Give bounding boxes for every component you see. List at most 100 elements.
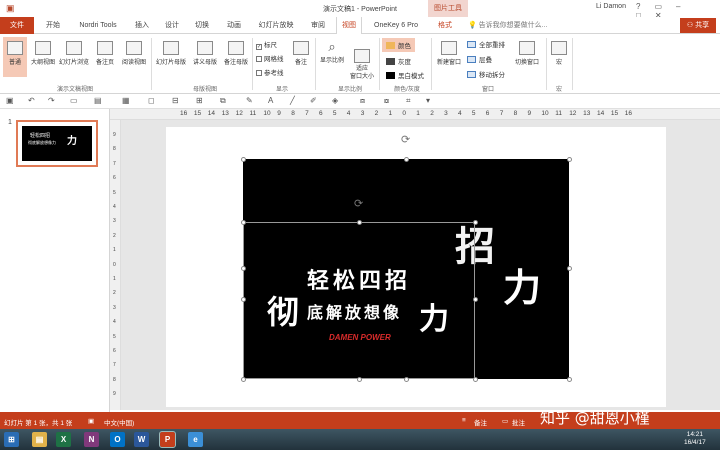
- group-icon[interactable]: ⊞: [196, 96, 203, 105]
- outlook-icon[interactable]: O: [110, 432, 125, 447]
- tab-animations[interactable]: 动画: [222, 17, 246, 34]
- group-separator: [572, 38, 573, 90]
- inner-selection-frame[interactable]: [243, 222, 475, 379]
- notes-button[interactable]: 备注: [290, 41, 312, 66]
- undo-icon[interactable]: ↶: [28, 96, 35, 105]
- resize-handle[interactable]: [241, 157, 246, 162]
- notes-page-button[interactable]: 备注页: [92, 41, 118, 66]
- send-back-icon[interactable]: ⧇: [384, 96, 389, 106]
- line-icon[interactable]: ╱: [290, 96, 295, 105]
- arrange-icon[interactable]: ⧉: [220, 96, 226, 106]
- slide-sorter-button[interactable]: 幻灯片浏览: [58, 41, 90, 66]
- minimize-icon[interactable]: –: [676, 2, 694, 11]
- resize-handle[interactable]: [404, 377, 409, 382]
- tab-slideshow[interactable]: 幻灯片放映: [254, 17, 298, 34]
- new-slide-icon[interactable]: ▤: [94, 96, 102, 105]
- powerpoint-icon[interactable]: P: [159, 431, 176, 448]
- notes-status-button[interactable]: 备注: [474, 417, 487, 427]
- cascade-button[interactable]: 层叠: [467, 54, 492, 64]
- rotate-handle-icon[interactable]: ⟳: [354, 197, 363, 210]
- new-window-button[interactable]: 新建窗口: [434, 41, 464, 66]
- resize-handle[interactable]: [473, 297, 478, 302]
- thumbnail-big-char: 力: [67, 136, 77, 147]
- tab-onekey[interactable]: OneKey 6 Pro: [368, 17, 424, 34]
- start-icon[interactable]: ⊞: [4, 432, 19, 447]
- share-button[interactable]: ⚇ 共享: [680, 18, 716, 33]
- resize-handle[interactable]: [473, 377, 478, 382]
- pen-icon[interactable]: ✐: [310, 96, 317, 105]
- user-name[interactable]: Li Damon: [596, 3, 626, 10]
- switch-window-button[interactable]: 切换窗口: [510, 41, 544, 66]
- vertical-ruler[interactable]: 9 8 7 6 5 4 3 2 1 0 1 2 3 4 5 6 7 8 9: [110, 120, 121, 410]
- shape-icon[interactable]: ◻: [148, 96, 155, 105]
- explorer-icon[interactable]: ▤: [32, 432, 47, 447]
- tab-review[interactable]: 审阅: [306, 17, 330, 34]
- resize-handle[interactable]: [241, 297, 246, 302]
- rotate-handle-icon[interactable]: ⟳: [401, 133, 410, 146]
- move-split-button[interactable]: 移动拆分: [467, 69, 505, 79]
- resize-handle[interactable]: [404, 157, 409, 162]
- save-icon[interactable]: ▣: [6, 96, 14, 105]
- resize-handle[interactable]: [357, 220, 362, 225]
- resize-handle[interactable]: [567, 266, 572, 271]
- tell-me-search[interactable]: 💡 告诉我你想要做什么...: [468, 18, 578, 33]
- tab-transitions[interactable]: 切换: [190, 17, 214, 34]
- slide-thumbnail[interactable]: 轻松四招 彻底解放想像力 力: [16, 120, 98, 167]
- slide-master-button[interactable]: 幻灯片母版: [154, 41, 188, 66]
- help-icon[interactable]: ?: [636, 2, 654, 11]
- comments-status-button[interactable]: 批注: [512, 417, 525, 427]
- resize-handle[interactable]: [473, 220, 478, 225]
- present-icon[interactable]: ▭: [70, 96, 78, 105]
- resize-handle[interactable]: [567, 377, 572, 382]
- excel-icon[interactable]: X: [56, 432, 71, 447]
- tab-format[interactable]: 格式: [432, 17, 458, 34]
- gridlines-checkbox[interactable]: 网格线: [256, 53, 284, 63]
- restore-ribbon-icon[interactable]: ▭: [654, 2, 676, 11]
- macros-button[interactable]: 宏: [549, 41, 569, 66]
- tab-file[interactable]: 文件: [0, 17, 34, 34]
- fit-to-window-button[interactable]: 适应 窗口大小: [347, 41, 377, 81]
- guides-checkbox[interactable]: 参考线: [256, 67, 284, 77]
- layout-icon[interactable]: ▦: [122, 96, 130, 105]
- align-icon[interactable]: ⊟: [172, 96, 179, 105]
- bring-forward-icon[interactable]: ⧈: [360, 96, 365, 106]
- zoom-button[interactable]: ⌕ 显示比例: [318, 39, 346, 64]
- crop-icon[interactable]: ⌗: [406, 96, 411, 106]
- spellcheck-icon[interactable]: ▣: [88, 417, 94, 425]
- ie-icon[interactable]: e: [188, 432, 203, 447]
- tab-home[interactable]: 开始: [40, 17, 66, 34]
- color-mode-button[interactable]: 颜色: [382, 38, 415, 52]
- resize-handle[interactable]: [241, 377, 246, 382]
- fill-icon[interactable]: ◈: [332, 96, 338, 105]
- more-commands-icon[interactable]: ▾: [426, 96, 430, 105]
- eyedropper-icon[interactable]: ✎: [246, 96, 253, 105]
- reading-view-button[interactable]: 阅读视图: [119, 41, 149, 66]
- horizontal-ruler[interactable]: 16 15 14 13 12 11 10 9 8 7 6 5 4 3 2 1 0 1 2 3 4 5 6 7 8 9 10 11 12 1…: [110, 109, 720, 120]
- word-icon[interactable]: W: [134, 432, 149, 447]
- language-indicator[interactable]: 中文(中国): [104, 417, 134, 427]
- resize-handle[interactable]: [567, 157, 572, 162]
- arrange-all-button[interactable]: 全部重排: [467, 39, 505, 49]
- slide-master-label: 幻灯片母版: [155, 60, 186, 66]
- ruler-tick-label: 1: [113, 276, 116, 282]
- tab-design[interactable]: 设计: [160, 17, 184, 34]
- black-white-button[interactable]: 黑白模式: [386, 70, 424, 80]
- outline-view-button[interactable]: 大纲视图: [29, 41, 57, 66]
- resize-handle[interactable]: [357, 377, 362, 382]
- ruler-checkbox[interactable]: ✓ 标尺: [256, 39, 277, 50]
- onenote-icon[interactable]: N: [84, 432, 99, 447]
- resize-handle[interactable]: [241, 266, 246, 271]
- redo-icon[interactable]: ↷: [48, 96, 55, 105]
- notes-master-button[interactable]: 备注母版: [221, 41, 251, 66]
- comments-icon[interactable]: ▭: [502, 417, 508, 425]
- resize-handle[interactable]: [241, 220, 246, 225]
- notes-status-icon[interactable]: ≡: [462, 417, 466, 424]
- tab-view[interactable]: 视图: [336, 17, 362, 34]
- tab-insert[interactable]: 插入: [130, 17, 154, 34]
- handout-master-button[interactable]: 讲义母版: [190, 41, 220, 66]
- grayscale-button[interactable]: 灰度: [386, 56, 411, 66]
- system-clock[interactable]: 14:21 16/4/17: [684, 431, 706, 447]
- normal-view-button[interactable]: 普通: [3, 37, 27, 77]
- text-color-icon[interactable]: A: [268, 96, 273, 105]
- tab-nordri-tools[interactable]: Nordri Tools: [72, 17, 124, 34]
